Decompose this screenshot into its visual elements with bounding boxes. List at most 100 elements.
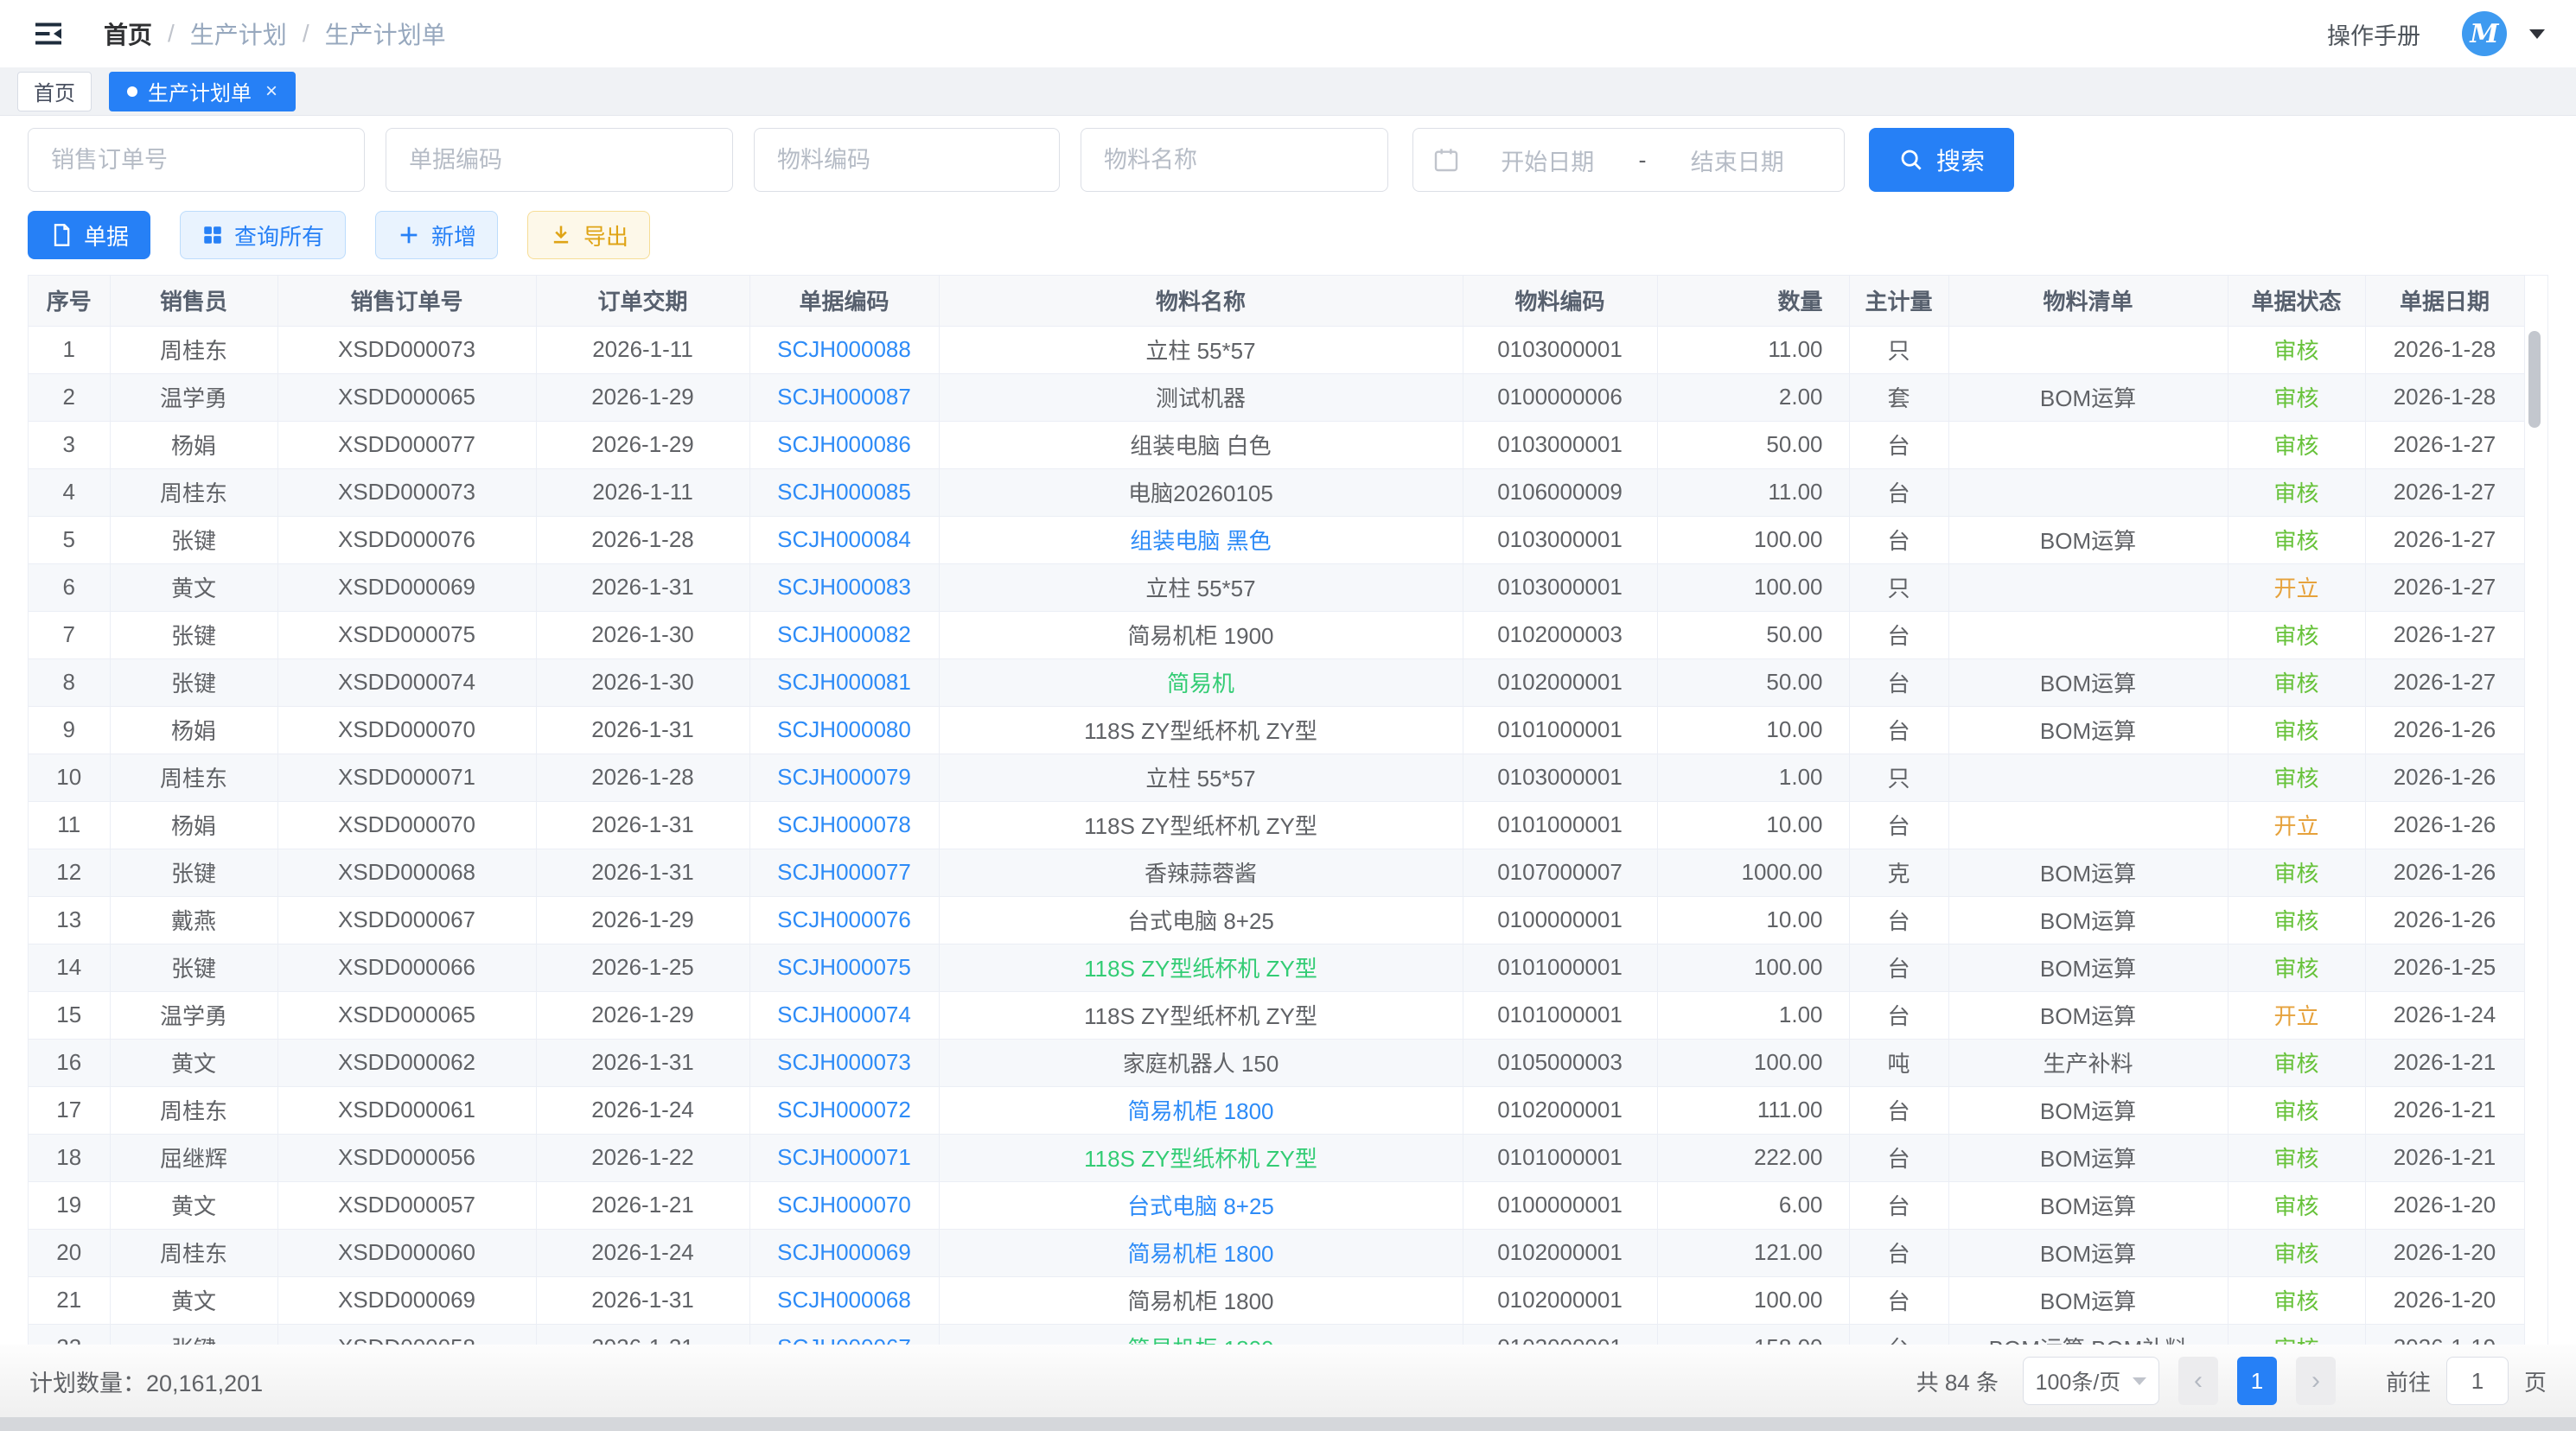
material-name-text[interactable]: 简易机柜 1800: [1127, 1098, 1273, 1124]
status-badge: 审核: [2273, 528, 2318, 554]
table-row[interactable]: 20周桂东XSDD0000602026-1-24SCJH000069简易机柜 1…: [29, 1229, 2524, 1276]
doc-code-link[interactable]: SCJH000077: [777, 859, 911, 885]
cell-text: 15: [56, 1002, 81, 1027]
table-row[interactable]: 19黄文XSDD0000572026-1-21SCJH000070台式电脑 8+…: [29, 1181, 2524, 1229]
material-name-text: 118S ZY型纸杯机 ZY型: [1084, 718, 1317, 744]
material-name-input[interactable]: [1081, 128, 1388, 192]
table-row[interactable]: 2温学勇XSDD0000652026-1-29SCJH000087测试机器010…: [29, 373, 2524, 421]
prev-page-button[interactable]: ‹: [2178, 1357, 2218, 1405]
table-row[interactable]: 1周桂东XSDD0000732026-1-11SCJH000088立柱 55*5…: [29, 326, 2524, 373]
breadcrumb: 首页 / 生产计划 / 生产计划单: [104, 16, 446, 51]
cell-unit: 台: [1849, 1181, 1948, 1229]
material-code-input[interactable]: [754, 128, 1060, 192]
cell-material_name: 简易机柜 1800: [939, 1276, 1463, 1324]
search-button[interactable]: 搜索: [1869, 128, 2014, 192]
table-row[interactable]: 15温学勇XSDD0000652026-1-29SCJH000074118S Z…: [29, 991, 2524, 1039]
material-name-text[interactable]: 组装电脑 黑色: [1130, 528, 1271, 554]
material-name-text[interactable]: 台式电脑 8+25: [1127, 1193, 1274, 1219]
doc-code-link[interactable]: SCJH000084: [777, 526, 911, 552]
cell-text: 2026-1-19: [2394, 1334, 2496, 1345]
doc-code-link[interactable]: SCJH000088: [777, 336, 911, 362]
doc-code-link[interactable]: SCJH000082: [777, 621, 911, 647]
material-name-text[interactable]: 简易机: [1167, 671, 1234, 696]
avatar[interactable]: M: [2462, 11, 2507, 56]
breadcrumb-home[interactable]: 首页: [104, 16, 152, 51]
cell-text: XSDD000067: [338, 906, 475, 932]
table-row[interactable]: 3杨娟XSDD0000772026-1-29SCJH000086组装电脑 白色0…: [29, 421, 2524, 468]
query-all-button[interactable]: 查询所有: [180, 211, 346, 259]
table-row[interactable]: 10周桂东XSDD0000712026-1-28SCJH000079立柱 55*…: [29, 754, 2524, 801]
table-row[interactable]: 21黄文XSDD0000692026-1-31SCJH000068简易机柜 18…: [29, 1276, 2524, 1324]
document-button[interactable]: 单据: [28, 211, 150, 259]
manual-link[interactable]: 操作手册: [2327, 17, 2420, 51]
tab-production-plan-order[interactable]: 生产计划单 ×: [109, 72, 296, 111]
sales-order-input[interactable]: [28, 128, 365, 192]
breadcrumb-production-plan[interactable]: 生产计划: [190, 16, 287, 51]
cell-text: XSDD000073: [338, 336, 475, 362]
goto-page-input[interactable]: [2446, 1357, 2509, 1405]
cell-text: 0100000006: [1497, 384, 1623, 410]
doc-code-link[interactable]: SCJH000070: [777, 1192, 911, 1218]
doc-code-link[interactable]: SCJH000079: [777, 764, 911, 790]
cell-sales_order: XSDD000076: [277, 516, 536, 563]
table-row[interactable]: 8张键XSDD0000742026-1-30SCJH000081简易机01020…: [29, 658, 2524, 706]
cell-text: 2026-1-26: [2394, 859, 2496, 885]
table-row[interactable]: 9杨娟XSDD0000702026-1-31SCJH000080118S ZY型…: [29, 706, 2524, 754]
doc-code-link[interactable]: SCJH000085: [777, 479, 911, 505]
table-row[interactable]: 22张键XSDD0000582026-1-21SCJH000067简易机柜 18…: [29, 1324, 2524, 1345]
tab-close-icon[interactable]: ×: [265, 81, 277, 102]
table-row[interactable]: 4周桂东XSDD0000732026-1-11SCJH000085电脑20260…: [29, 468, 2524, 516]
cell-due_date: 2026-1-31: [536, 801, 749, 849]
doc-code-link[interactable]: SCJH000074: [777, 1002, 911, 1027]
user-menu-caret-icon[interactable]: [2529, 29, 2545, 39]
doc-code-link[interactable]: SCJH000076: [777, 906, 911, 932]
doc-code-link[interactable]: SCJH000073: [777, 1049, 911, 1075]
add-button[interactable]: 新增: [375, 211, 498, 259]
doc-code-link[interactable]: SCJH000069: [777, 1239, 911, 1265]
material-name-text[interactable]: 118S ZY型纸杯机 ZY型: [1084, 1146, 1317, 1172]
material-name-text[interactable]: 简易机柜 1800: [1127, 1336, 1273, 1345]
next-page-button[interactable]: ›: [2296, 1357, 2336, 1405]
doc-code-link[interactable]: SCJH000081: [777, 669, 911, 695]
doc-code-link[interactable]: SCJH000086: [777, 431, 911, 457]
doc-code-input[interactable]: [386, 128, 733, 192]
doc-code-link[interactable]: SCJH000087: [777, 384, 911, 410]
horizontal-scrollbar-track[interactable]: [0, 1417, 2576, 1431]
table-row[interactable]: 16黄文XSDD0000622026-1-31SCJH000073家庭机器人 1…: [29, 1039, 2524, 1086]
tab-home[interactable]: 首页: [17, 72, 92, 111]
table-row[interactable]: 7张键XSDD0000752026-1-30SCJH000082简易机柜 190…: [29, 611, 2524, 658]
table-row[interactable]: 5张键XSDD0000762026-1-28SCJH000084组装电脑 黑色0…: [29, 516, 2524, 563]
cell-status: 审核: [2228, 944, 2365, 991]
table-row[interactable]: 11杨娟XSDD0000702026-1-31SCJH000078118S ZY…: [29, 801, 2524, 849]
doc-code-link[interactable]: SCJH000068: [777, 1287, 911, 1313]
doc-code-link[interactable]: SCJH000071: [777, 1144, 911, 1170]
material-name-text[interactable]: 118S ZY型纸杯机 ZY型: [1084, 956, 1317, 982]
export-button[interactable]: 导出: [527, 211, 650, 259]
date-range-picker[interactable]: 开始日期 - 结束日期: [1412, 128, 1845, 192]
doc-code-link[interactable]: SCJH000080: [777, 716, 911, 742]
cell-due_date: 2026-1-21: [536, 1181, 749, 1229]
table-row[interactable]: 6黄文XSDD0000692026-1-31SCJH000083立柱 55*57…: [29, 563, 2524, 611]
cell-index: 20: [29, 1229, 110, 1276]
table-row[interactable]: 13戴燕XSDD0000672026-1-29SCJH000076台式电脑 8+…: [29, 896, 2524, 944]
doc-code-link[interactable]: SCJH000075: [777, 954, 911, 980]
table-row[interactable]: 17周桂东XSDD0000612026-1-24SCJH000072简易机柜 1…: [29, 1086, 2524, 1134]
page-1-button[interactable]: 1: [2237, 1357, 2277, 1405]
sidebar-fold-icon[interactable]: [31, 16, 69, 51]
page-size-select[interactable]: 100条/页: [2023, 1357, 2159, 1405]
table-row[interactable]: 18屈继辉XSDD0000562026-1-22SCJH000071118S Z…: [29, 1134, 2524, 1181]
cell-due_date: 2026-1-11: [536, 326, 749, 373]
doc-code-link[interactable]: SCJH000072: [777, 1097, 911, 1123]
material-name-text[interactable]: 简易机柜 1800: [1127, 1241, 1273, 1267]
doc-code-link[interactable]: SCJH000067: [777, 1334, 911, 1345]
table-row[interactable]: 14张键XSDD0000662026-1-25SCJH000075118S ZY…: [29, 944, 2524, 991]
cell-material_name: 组装电脑 黑色: [939, 516, 1463, 563]
doc-code-link[interactable]: SCJH000083: [777, 574, 911, 600]
vertical-scrollbar-thumb[interactable]: [2528, 331, 2541, 428]
table-row[interactable]: 12张键XSDD0000682026-1-31SCJH000077香辣蒜蓉酱01…: [29, 849, 2524, 896]
cell-text: 2026-1-29: [591, 1002, 694, 1027]
cell-unit: 台: [1849, 1086, 1948, 1134]
cell-doc_date: 2026-1-27: [2365, 421, 2524, 468]
document-button-label: 单据: [84, 219, 129, 251]
doc-code-link[interactable]: SCJH000078: [777, 811, 911, 837]
